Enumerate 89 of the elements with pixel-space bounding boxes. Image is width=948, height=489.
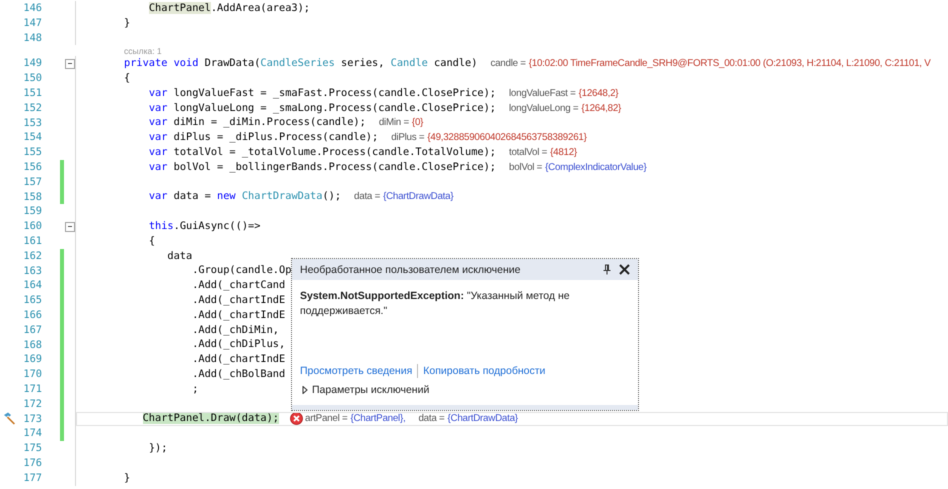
line-number: 174 [22,426,42,442]
code-line: }); [148,442,168,455]
datatip-label: candle = [490,57,526,70]
line-number: 155 [22,145,42,160]
line-number: 170 [22,367,42,382]
exception-settings-expander[interactable]: Параметры исключений [302,384,630,396]
datatip-label: artPanel = [305,412,348,426]
datatip-value[interactable]: {0} [412,116,424,130]
line-number: 153 [22,116,42,130]
line-number: 168 [22,338,42,352]
line-number: 172 [22,396,42,412]
line-number: 169 [22,352,42,368]
line-number: 161 [22,234,42,249]
datatip-value[interactable]: {ChartPanel}, [350,412,406,426]
line-number: 162 [22,248,42,264]
line-number: 156 [22,160,42,175]
line-number: 165 [22,293,42,308]
line-number: 177 [22,470,42,486]
datatip-label: longValueLong = [509,102,578,115]
line-number: 148 [22,30,42,46]
code-line: var longValueFast = _smaFast.Process(candle.ClosePrice); [148,86,496,100]
line-number: 157 [22,174,42,190]
line-number: 154 [22,130,42,146]
codelens-reference-count[interactable]: ссылка: 1 [124,46,162,56]
line-number: 149 [22,56,42,72]
line-number: 173 [22,412,42,426]
line-number: 175 [22,441,42,456]
code-line: .Add(_chartIndE [191,353,286,366]
code-line: .Add(_chartIndE [191,308,286,322]
datatip-label: diMin = [378,116,409,130]
line-number: 171 [22,382,42,397]
datatip-label: longValueFast = [509,86,576,100]
line-number: 164 [22,278,42,294]
line-number: 152 [22,100,42,116]
code-line: } [124,472,130,485]
code-line: var totalVol = _totalVolume.Process(candle.TotalVolume); [148,146,496,159]
code-line: var bolVol = _bollingerBands.Process(candle.ClosePrice); [148,160,496,174]
line-number: 176 [22,456,42,471]
code-line: var longValueLong = _smaLong.Process(candle.ClosePrice); [148,102,496,115]
fold-toggle[interactable] [64,58,74,69]
popup-link[interactable]: Просмотреть сведения [300,365,412,377]
code-line: ChartPanel.AddArea(area3); [148,2,310,15]
line-number: 147 [22,16,42,31]
datatip-label: totalVol = [509,146,548,159]
line-number: 158 [22,190,42,204]
datatip-label: bolVol = [509,160,542,174]
code-line: .Add(_chDiMin, [191,324,279,337]
code-line: var diMin = _diMin.Process(candle); [148,116,366,130]
line-number: 146 [22,1,42,16]
code-line: var diPlus = _diPlus.Process(candle); [148,131,378,144]
hammer-icon [2,412,16,426]
line-number: 150 [22,71,42,86]
line-number: 166 [22,308,42,323]
code-line: .Add(_chBolBand [191,368,286,381]
line-number: 167 [22,322,42,338]
datatip-value[interactable]: {12648,2} [578,86,618,100]
datatip-value[interactable]: {ComplexIndicatorValue} [545,160,646,174]
datatip-value[interactable]: {ChartDrawData} [447,412,518,426]
line-number: 163 [22,264,42,278]
code-line: private void DrawData(CandleSeries series, Candle candle) [124,57,478,70]
code-line: .Add(_chartCand [191,279,286,292]
fold-toggle[interactable] [64,222,74,232]
code-line: ; [191,382,198,396]
code-line: this.GuiAsync(()=> [148,220,260,233]
datatip-value[interactable]: {10:02:00 TimeFrameCandle_SRH9@FORTS_00:01:00 (O:21093, H:21104, L:21090, C:21101, V [528,57,931,70]
popup-link[interactable]: Копировать подробности [423,365,546,377]
line-number: 160 [22,219,42,234]
datatip-label: data = [354,190,380,204]
datatip-label: data = [418,412,444,426]
datatip-value[interactable]: {ChartDrawData} [383,190,454,204]
error-icon [290,412,303,426]
pin-icon[interactable] [603,264,611,275]
datatip-value[interactable]: {49,328859060402684563758389261} [427,131,587,144]
datatip-value[interactable]: {4812} [550,146,577,159]
code-line: } [124,16,130,30]
code-line: data [166,250,192,263]
code-line: var data = new ChartDrawData(); [148,190,342,204]
code-line: .Group(candle.Op [191,264,292,278]
code-line: .Add(_chDiPlus, [191,338,286,352]
line-number: 151 [22,86,42,101]
code-line: { [124,72,130,85]
code-line: { [148,234,156,248]
datatip-value[interactable]: {1264,82} [581,102,622,115]
popup-title: Необработанное пользователем исключение [300,264,522,276]
line-number: 159 [22,204,42,220]
code-line: .Add(_chartIndE [191,294,286,307]
exception-message: System.NotSupportedException: "Указанный метод не поддерживается." [300,289,571,319]
datatip-label: diPlus = [391,131,424,144]
close-icon[interactable] [619,264,630,275]
